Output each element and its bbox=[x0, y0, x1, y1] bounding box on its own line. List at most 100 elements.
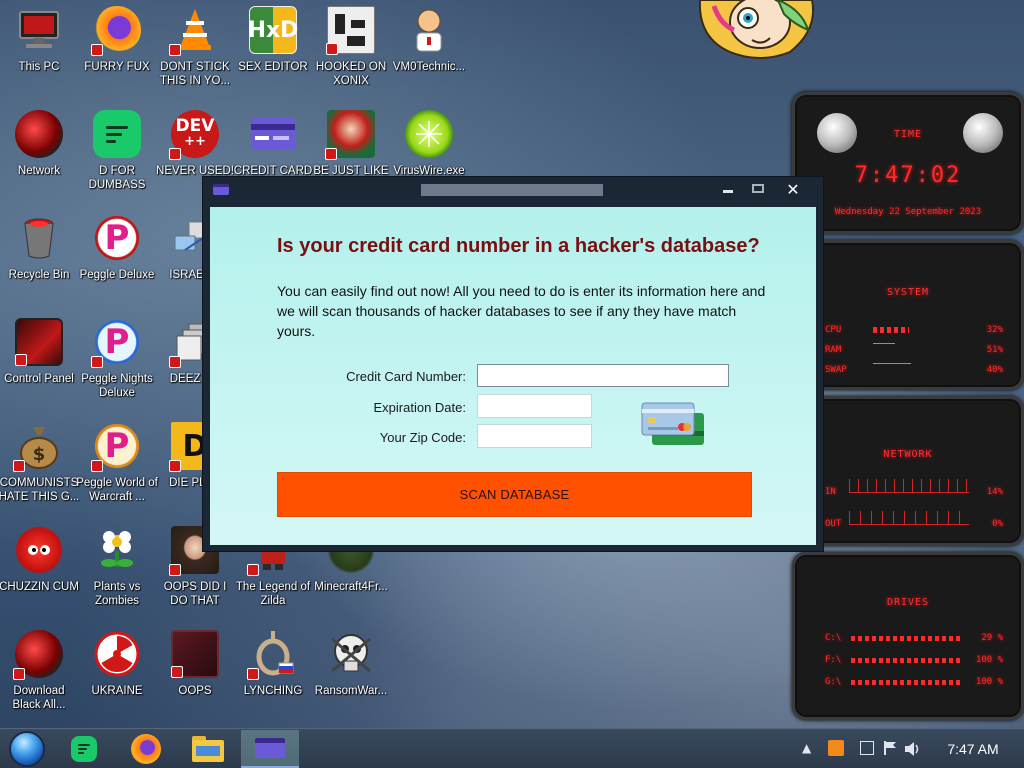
recycle-bin-icon[interactable]: Recycle Bin bbox=[0, 214, 78, 314]
oops-icon[interactable]: OOPS bbox=[156, 630, 234, 730]
app-icon bbox=[213, 184, 229, 195]
desktop-icon-label: This PC bbox=[18, 61, 60, 73]
taskbar-chat-app-button[interactable] bbox=[62, 731, 106, 767]
system-row-value: 40% bbox=[986, 365, 1003, 375]
dialog-heading: Is your credit card number in a hacker's… bbox=[277, 235, 760, 257]
doctor-character-icon bbox=[405, 6, 453, 54]
taskbar-firefox-button[interactable] bbox=[124, 731, 168, 767]
time-widget: TIME 7:47:02 Wednesday 22 September 2023 bbox=[792, 92, 1024, 234]
window-titlebar[interactable]: ✕ bbox=[203, 177, 823, 201]
desktop-icon-label: Download Black All... bbox=[12, 685, 66, 711]
taskbar-file-explorer-button[interactable] bbox=[186, 731, 230, 767]
time-widget-clock: 7:47:02 bbox=[854, 163, 962, 188]
taskbar-clock[interactable]: 7:47 AM bbox=[938, 741, 1008, 757]
svg-text:$: $ bbox=[33, 444, 46, 465]
network-row-label: OUT bbox=[825, 519, 842, 529]
network-widget: NETWORK IN 14% OUT 0% bbox=[792, 396, 1024, 546]
chuzzin-icon[interactable]: CHUZZIN CUM bbox=[0, 526, 79, 626]
scan-database-button[interactable]: SCAN DATABASE bbox=[277, 472, 752, 517]
hooked-on-xonix-icon[interactable]: HOOKED ON XONIX bbox=[312, 6, 390, 106]
network-widget-title: NETWORK bbox=[883, 449, 933, 460]
minimize-button[interactable] bbox=[719, 181, 737, 197]
ram-meter-bar bbox=[873, 343, 895, 344]
start-button[interactable] bbox=[4, 731, 50, 767]
desktop-icon-label: UKRAINE bbox=[91, 685, 143, 697]
drive-row-label: F:\ bbox=[825, 655, 842, 665]
card-number-input[interactable] bbox=[477, 364, 729, 387]
vm-technician-icon[interactable]: VM0Technic... bbox=[390, 6, 468, 106]
dialog-intro-text: You can easily find out now! All you nee… bbox=[277, 283, 766, 339]
expiration-date-label: Expiration Date: bbox=[373, 400, 467, 415]
desktop-icon-label: Minecraft4Fr... bbox=[314, 581, 388, 593]
desktop-icon-label: Control Panel bbox=[4, 373, 74, 385]
system-row-value: 51% bbox=[986, 345, 1003, 355]
ransomware-icon[interactable]: RansomWar... bbox=[312, 630, 390, 730]
maximize-button[interactable] bbox=[749, 181, 767, 197]
noose-icon bbox=[247, 630, 297, 680]
peggle-p-icon: P bbox=[91, 422, 141, 472]
desktop-icon-label: OOPS DID I DO THAT bbox=[163, 581, 227, 607]
peggle-warcraft-icon[interactable]: P Peggle World of Warcraft ... bbox=[76, 422, 158, 522]
drive-row-label: G:\ bbox=[825, 677, 842, 687]
wallpaper-cartoon-character bbox=[690, 0, 822, 60]
lynching-icon[interactable]: LYNCHING bbox=[234, 630, 312, 730]
download-black-icon[interactable]: Download Black All... bbox=[0, 630, 78, 730]
desktop-icon-label: SEX EDITOR bbox=[238, 61, 308, 73]
system-row-label: CPU bbox=[825, 325, 842, 335]
close-icon: ✕ bbox=[786, 179, 800, 199]
this-pc-icon[interactable]: This PC bbox=[0, 6, 78, 106]
volume-icon[interactable] bbox=[904, 741, 922, 757]
drives-widget-title: DRIVES bbox=[886, 597, 930, 608]
furry-fux-icon[interactable]: FURRY FUX bbox=[78, 6, 156, 106]
show-hidden-icons-button[interactable]: ▲ bbox=[802, 741, 818, 757]
zip-code-input[interactable] bbox=[477, 424, 592, 448]
money-bag-icon: $ bbox=[13, 422, 63, 472]
start-orb-icon bbox=[9, 731, 45, 767]
network-row-value: 14% bbox=[986, 487, 1003, 497]
lime-icon bbox=[405, 110, 453, 158]
communists-icon[interactable]: $ COMMUNISTS HATE THIS G... bbox=[0, 422, 80, 522]
window-title-redacted bbox=[421, 184, 603, 196]
tray-app-icon[interactable] bbox=[828, 740, 844, 756]
radiation-symbol-icon bbox=[93, 630, 141, 678]
control-panel-device-icon bbox=[15, 318, 63, 366]
system-row-label: RAM bbox=[825, 345, 842, 355]
desktop-icon-label: OOPS bbox=[178, 685, 212, 697]
network-in-graph bbox=[849, 479, 969, 493]
action-center-flag-icon[interactable] bbox=[883, 741, 897, 755]
trash-bin-icon bbox=[15, 214, 63, 262]
taskbar-credit-card-checker-button[interactable] bbox=[241, 730, 299, 768]
sex-editor-icon[interactable]: HxD SEX EDITOR bbox=[234, 6, 312, 106]
close-button[interactable]: ✕ bbox=[783, 179, 803, 199]
d-for-dumbass-icon[interactable]: D FOR DUMBASS bbox=[78, 110, 156, 210]
peggle-deluxe-icon[interactable]: P Peggle Deluxe bbox=[78, 214, 156, 314]
alien-head-icon bbox=[963, 113, 1003, 153]
credit-card-icon bbox=[249, 110, 297, 158]
desktop-icon-label: Peggle Deluxe bbox=[79, 269, 155, 281]
tray-grid-icon[interactable] bbox=[860, 741, 874, 755]
peggle-p-icon: P bbox=[93, 214, 141, 262]
system-row: CPU 32% bbox=[825, 325, 1003, 335]
drive-f-bar bbox=[851, 658, 961, 663]
hxd-icon: HxD bbox=[248, 6, 298, 54]
desktop-icon-label: Recycle Bin bbox=[8, 269, 70, 281]
desktop-icon-label: CHUZZIN CUM bbox=[0, 581, 79, 593]
peggle-nights-icon[interactable]: P Peggle Nights Deluxe bbox=[78, 318, 156, 418]
dark-monitor-icon bbox=[171, 630, 219, 678]
network-row-value: 0% bbox=[992, 519, 1003, 529]
system-row-value: 32% bbox=[986, 325, 1003, 335]
green-chat-icon bbox=[71, 736, 97, 762]
dont-stick-icon[interactable]: DONT STICK THIS IN YO... bbox=[156, 6, 234, 106]
network-icon[interactable]: Network bbox=[0, 110, 78, 210]
desktop-icon-label: LYNCHING bbox=[243, 685, 303, 697]
network-out-graph bbox=[849, 511, 969, 525]
alien-head-icon bbox=[817, 113, 857, 153]
plants-vs-zombies-icon[interactable]: Plants vs Zombies bbox=[78, 526, 156, 626]
desktop-icon-label: COMMUNISTS HATE THIS G... bbox=[0, 477, 80, 503]
maximize-icon bbox=[752, 184, 764, 193]
ukraine-icon[interactable]: UKRAINE bbox=[78, 630, 156, 730]
time-widget-title: TIME bbox=[893, 129, 923, 140]
control-panel-icon[interactable]: Control Panel bbox=[0, 318, 78, 418]
system-row: RAM 51% bbox=[825, 345, 1003, 355]
expiration-date-input[interactable] bbox=[477, 394, 592, 418]
